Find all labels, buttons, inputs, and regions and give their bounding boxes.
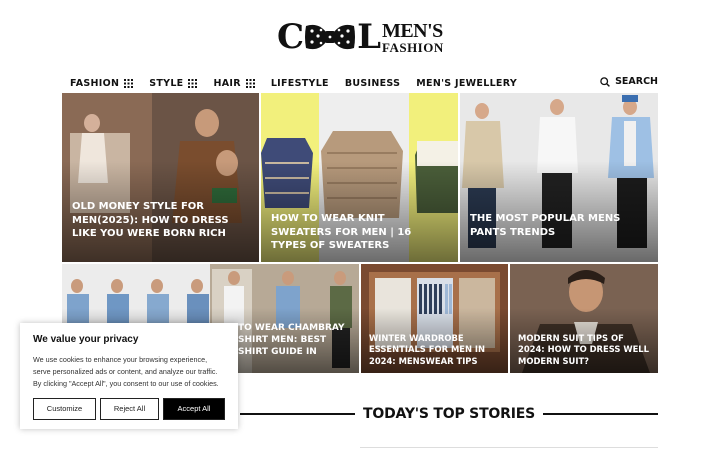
search-button[interactable]: SEARCH: [600, 76, 658, 87]
cookie-title: We value your privacy: [33, 334, 139, 345]
article-title: TO WEAR CHAMBRAY SHIRT MEN: BEST SHIRT G…: [238, 323, 345, 358]
accept-all-button[interactable]: Accept All: [163, 397, 225, 420]
article-title: THE MOST POPULAR MENS PANTS TRENDS: [470, 213, 621, 238]
section-title: TODAY'S TOP STORIES: [363, 406, 535, 422]
article-winter-wardrobe[interactable]: WINTER WARDROBE ESSENTIALS FOR MEN IN 20…: [361, 264, 508, 373]
divider: [542, 413, 658, 415]
grid-menu-icon: [188, 78, 198, 88]
article-title: OLD MONEY STYLE FOR MEN(2025): HOW TO DR…: [72, 201, 229, 239]
customize-button[interactable]: Customize: [33, 397, 96, 420]
article-title: HOW TO WEAR KNIT SWEATERS FOR MEN | 16 T…: [271, 213, 412, 251]
logo-fashion: FASHION: [381, 39, 444, 55]
featured-article-old-money[interactable]: OLD MONEY STYLE FOR MEN(2025): HOW TO DR…: [62, 93, 259, 262]
featured-article-knit-sweaters[interactable]: HOW TO WEAR KNIT SWEATERS FOR MEN | 16 T…: [261, 93, 458, 262]
nav-label: HAIR: [213, 77, 241, 89]
logo-mens: MEN'S: [381, 19, 443, 42]
search-icon: [600, 76, 610, 87]
nav-item-style[interactable]: STYLE: [149, 77, 198, 89]
featured-article-pants-trends[interactable]: THE MOST POPULAR MENS PANTS TRENDS: [460, 93, 658, 262]
nav-label: BUSINESS: [344, 77, 401, 89]
logo-letter-c: C: [277, 17, 304, 57]
article-title: MODERN SUIT TIPS OF 2024: HOW TO DRESS W…: [518, 333, 649, 366]
site-logo[interactable]: C L MEN'S FASHION: [277, 18, 447, 56]
nav-label: STYLE: [149, 77, 184, 89]
logo-subtext: MEN'S FASHION: [382, 21, 444, 54]
divider: [360, 447, 658, 448]
cookie-buttons: Customize Reject All Accept All: [33, 397, 225, 420]
cookie-consent-banner: We value your privacy We use cookies to …: [20, 323, 238, 429]
section-heading-top-stories: TODAY'S TOP STORIES: [240, 404, 658, 424]
nav-label: FASHION: [70, 77, 120, 89]
article-modern-suit[interactable]: MODERN SUIT TIPS OF 2024: HOW TO DRESS W…: [510, 264, 658, 373]
nav-item-mens-jewellery[interactable]: MEN'S JEWELLERY: [416, 78, 517, 89]
reject-all-button[interactable]: Reject All: [100, 397, 159, 420]
article-title: WINTER WARDROBE ESSENTIALS FOR MEN IN 20…: [369, 333, 486, 366]
grid-menu-icon: [245, 78, 255, 88]
search-label: SEARCH: [615, 76, 658, 87]
grid-menu-icon: [124, 78, 134, 88]
logo-letter-l: L: [357, 17, 381, 57]
main-nav: FASHION STYLE HAIR LIFESTYLE BUSINESS ME…: [70, 76, 533, 90]
nav-item-hair[interactable]: HAIR: [213, 77, 255, 89]
cookie-text: We use cookies to enhance your browsing …: [33, 355, 219, 388]
nav-item-business[interactable]: BUSINESS: [345, 78, 400, 89]
logo-wordmark: C L: [277, 17, 381, 57]
divider: [240, 413, 356, 415]
bowtie-icon: [305, 24, 356, 50]
nav-item-lifestyle[interactable]: LIFESTYLE: [271, 78, 329, 89]
nav-item-fashion[interactable]: FASHION: [70, 77, 134, 89]
nav-label: MEN'S JEWELLERY: [416, 77, 517, 89]
nav-label: LIFESTYLE: [270, 77, 329, 89]
